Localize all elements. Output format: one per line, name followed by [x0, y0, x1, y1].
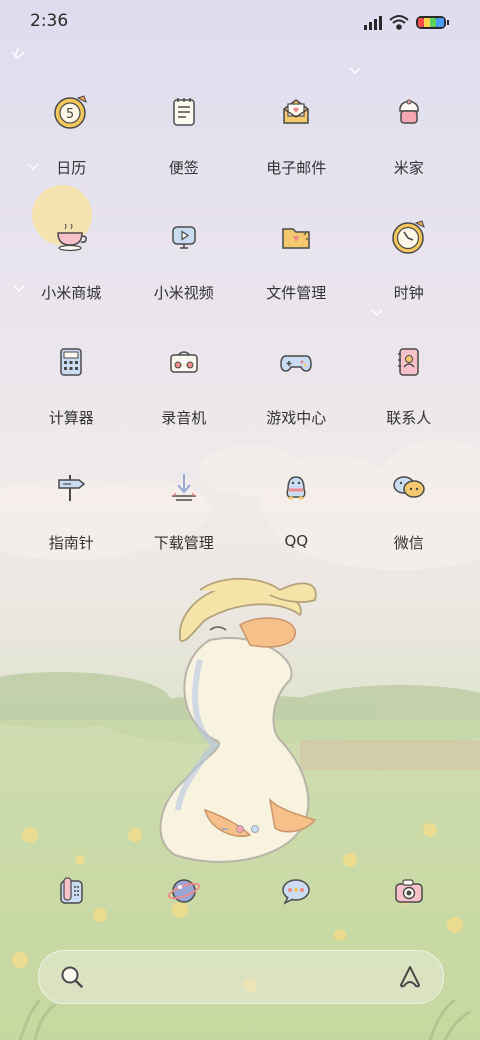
game-center-icon: [278, 344, 314, 380]
app-recorder[interactable]: 录音机: [128, 330, 241, 455]
status-icons: [364, 15, 449, 30]
page-dot: [251, 825, 259, 833]
app-label: 游戏中心: [266, 409, 327, 427]
app-label: 联系人: [386, 409, 432, 427]
wifi-icon: [389, 15, 409, 30]
app-download-manager[interactable]: 下载管理: [128, 455, 241, 580]
calendar-day: 5: [66, 107, 74, 122]
app-label: QQ: [284, 532, 309, 550]
camera-icon: [391, 873, 427, 909]
app-label: 指南针: [48, 534, 94, 552]
qq-icon: [278, 469, 314, 505]
app-label: 下载管理: [153, 534, 214, 552]
mijia-icon: [391, 94, 427, 130]
calculator-icon: [53, 344, 89, 380]
recorder-icon: [166, 344, 202, 380]
app-row: 5 日历 便签 电子邮件 米家: [15, 80, 465, 205]
app-wechat[interactable]: 微信: [353, 455, 466, 580]
mi-video-icon: [166, 219, 202, 255]
app-label: 米家: [393, 159, 424, 177]
phone-icon: [53, 873, 89, 909]
page-indicator: [222, 825, 259, 833]
app-calculator[interactable]: 计算器: [15, 330, 128, 455]
clock-icon: [391, 219, 427, 255]
status-time: 2:36: [30, 11, 69, 31]
app-compass[interactable]: 指南针: [15, 455, 128, 580]
calendar-icon: 5: [53, 94, 89, 130]
app-mijia[interactable]: 米家: [353, 80, 466, 205]
battery-icon: [416, 16, 449, 29]
app-grid: 5 日历 便签 电子邮件 米家 小米商城 小米视频 文件管理 时钟 计算器 录音…: [15, 80, 465, 580]
app-label: 小米视频: [153, 284, 214, 302]
app-label: 微信: [393, 534, 424, 552]
app-label: 便签: [168, 159, 199, 177]
messages-icon: [278, 873, 314, 909]
assistant-icon[interactable]: [397, 964, 423, 990]
browser-icon: [166, 873, 202, 909]
app-label: 计算器: [48, 409, 94, 427]
app-label: 录音机: [161, 409, 207, 427]
app-label: 小米商城: [41, 284, 102, 302]
dock-camera[interactable]: [353, 866, 466, 916]
file-manager-icon: [278, 219, 314, 255]
app-calendar[interactable]: 5 日历: [15, 80, 128, 205]
app-notes[interactable]: 便签: [128, 80, 241, 205]
app-row: 小米商城 小米视频 文件管理 时钟: [15, 205, 465, 330]
dock-phone[interactable]: [15, 866, 128, 916]
path: [300, 740, 480, 770]
dock-browser[interactable]: [128, 866, 241, 916]
search-icon[interactable]: [59, 964, 85, 990]
app-label: 电子邮件: [266, 159, 327, 177]
app-label: 时钟: [393, 284, 424, 302]
app-game-center[interactable]: 游戏中心: [240, 330, 353, 455]
wechat-icon: [391, 469, 427, 505]
app-qq[interactable]: QQ: [240, 455, 353, 580]
app-label: 日历: [56, 159, 87, 177]
app-contacts[interactable]: 联系人: [353, 330, 466, 455]
download-manager-icon: [166, 469, 202, 505]
app-email[interactable]: 电子邮件: [240, 80, 353, 205]
app-row: 计算器 录音机 游戏中心 联系人: [15, 330, 465, 455]
app-file-manager[interactable]: 文件管理: [240, 205, 353, 330]
page-dot-current: [236, 825, 244, 833]
dock: [15, 866, 465, 916]
app-row: 指南针 下载管理 QQ 微信: [15, 455, 465, 580]
email-icon: [278, 94, 314, 130]
notes-icon: [166, 94, 202, 130]
app-clock[interactable]: 时钟: [353, 205, 466, 330]
mi-store-icon: [53, 219, 89, 255]
signal-icon: [364, 16, 382, 30]
app-label: 文件管理: [266, 284, 327, 302]
compass-icon: [53, 469, 89, 505]
contacts-icon: [391, 344, 427, 380]
page-dot: [222, 828, 228, 830]
app-mi-store[interactable]: 小米商城: [15, 205, 128, 330]
app-mi-video[interactable]: 小米视频: [128, 205, 241, 330]
status-bar: 2:36: [0, 0, 480, 44]
search-bar[interactable]: [38, 950, 444, 1004]
dock-messages[interactable]: [240, 866, 353, 916]
